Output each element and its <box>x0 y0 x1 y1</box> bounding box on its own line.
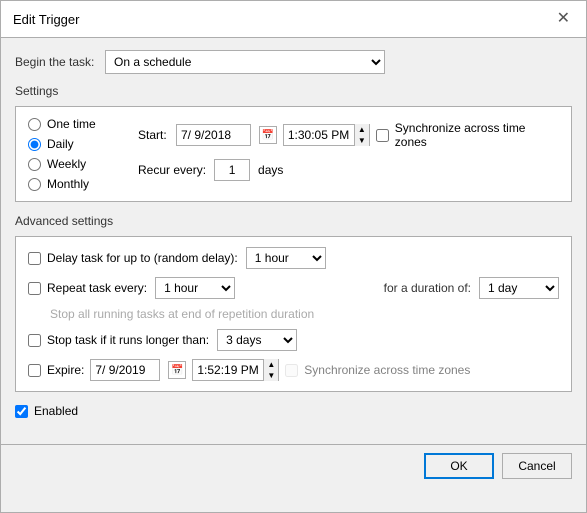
begin-task-dropdown[interactable]: On a schedule At log on At startup <box>105 50 385 74</box>
stop-running-label: Stop all running tasks at end of repetit… <box>50 307 314 321</box>
radio-weekly-input[interactable] <box>28 158 41 171</box>
expire-time-spinner-buttons: ▲ ▼ <box>263 359 278 381</box>
repeat-interval-dropdown[interactable]: 1 hour 30 minutes 1 day <box>155 277 235 299</box>
time-up-button[interactable]: ▲ <box>354 124 369 135</box>
start-time-input[interactable] <box>284 125 354 145</box>
start-date-input[interactable] <box>176 124 251 146</box>
sync-timezone-checkbox-label[interactable]: Synchronize across time zones <box>376 121 559 149</box>
recur-row: Recur every: days <box>138 159 559 181</box>
radio-monthly-label: Monthly <box>47 177 89 191</box>
advanced-box: Delay task for up to (random delay): 1 h… <box>15 236 572 392</box>
recur-value-input[interactable] <box>214 159 250 181</box>
sync-timezone-label: Synchronize across time zones <box>395 121 559 149</box>
repeat-task-label: Repeat task every: <box>47 281 147 295</box>
expire-checkbox-label[interactable]: Expire: <box>28 363 84 377</box>
enabled-checkbox-label[interactable]: Enabled <box>15 404 78 418</box>
begin-task-label: Begin the task: <box>15 55 105 69</box>
stop-longer-checkbox[interactable] <box>28 334 41 347</box>
edit-trigger-dialog: Edit Trigger ✕ Begin the task: On a sche… <box>0 0 587 513</box>
delay-duration-dropdown[interactable]: 1 hour 30 minutes 1 day <box>246 247 326 269</box>
stop-longer-label: Stop task if it runs longer than: <box>47 333 209 347</box>
expire-sync-timezone-label[interactable]: Synchronize across time zones <box>285 363 470 377</box>
calendar-icon[interactable]: 📅 <box>259 126 277 144</box>
enabled-row: Enabled <box>15 404 572 418</box>
expire-time-down-button[interactable]: ▼ <box>263 370 278 381</box>
time-spinner-buttons: ▲ ▼ <box>354 124 369 146</box>
radio-daily-input[interactable] <box>28 138 41 151</box>
radio-monthly[interactable]: Monthly <box>28 177 118 191</box>
stop-running-row: Stop all running tasks at end of repetit… <box>28 307 559 321</box>
stop-longer-row: Stop task if it runs longer than: 3 days… <box>28 329 559 351</box>
settings-section-label: Settings <box>15 84 572 98</box>
radio-daily[interactable]: Daily <box>28 137 118 151</box>
settings-box: One time Daily Weekly Monthly <box>15 106 572 202</box>
expire-calendar-icon[interactable]: 📅 <box>168 361 186 379</box>
repeat-task-checkbox[interactable] <box>28 282 41 295</box>
repeat-task-checkbox-label[interactable]: Repeat task every: <box>28 281 147 295</box>
radio-one-time-input[interactable] <box>28 118 41 131</box>
title-bar: Edit Trigger ✕ <box>1 1 586 38</box>
radio-weekly[interactable]: Weekly <box>28 157 118 171</box>
for-duration-label: for a duration of: <box>384 281 471 295</box>
stop-longer-dropdown[interactable]: 3 days 1 hour 1 day <box>217 329 297 351</box>
radio-one-time[interactable]: One time <box>28 117 118 131</box>
enabled-checkbox[interactable] <box>15 405 28 418</box>
days-label: days <box>258 163 283 177</box>
start-label: Start: <box>138 128 170 142</box>
sync-timezone-checkbox[interactable] <box>376 129 389 142</box>
expire-date-input[interactable] <box>90 359 160 381</box>
dialog-content: Begin the task: On a schedule At log on … <box>1 38 586 444</box>
start-row: Start: 📅 ▲ ▼ Synchronize acro <box>138 121 559 149</box>
settings-inner: One time Daily Weekly Monthly <box>28 117 559 191</box>
radio-monthly-input[interactable] <box>28 178 41 191</box>
radio-one-time-label: One time <box>47 117 96 131</box>
expire-checkbox[interactable] <box>28 364 41 377</box>
expire-time-input[interactable] <box>193 360 263 380</box>
schedule-type-radio-group: One time Daily Weekly Monthly <box>28 117 118 191</box>
dialog-title: Edit Trigger <box>13 12 79 27</box>
expire-time-up-button[interactable]: ▲ <box>263 359 278 370</box>
settings-right-panel: Start: 📅 ▲ ▼ Synchronize acro <box>138 117 559 181</box>
advanced-section-label: Advanced settings <box>15 214 572 228</box>
enabled-label: Enabled <box>34 404 78 418</box>
radio-weekly-label: Weekly <box>47 157 86 171</box>
button-row: OK Cancel <box>1 444 586 491</box>
recur-label: Recur every: <box>138 163 206 177</box>
expire-row: Expire: 📅 ▲ ▼ Synchronize across time zo… <box>28 359 559 381</box>
begin-task-row: Begin the task: On a schedule At log on … <box>15 50 572 74</box>
delay-task-checkbox[interactable] <box>28 252 41 265</box>
expire-time-spinner: ▲ ▼ <box>192 359 279 381</box>
expire-label: Expire: <box>47 363 84 377</box>
close-button[interactable]: ✕ <box>553 9 574 29</box>
expire-sync-timezone-checkbox <box>285 364 298 377</box>
stop-longer-checkbox-label[interactable]: Stop task if it runs longer than: <box>28 333 209 347</box>
for-duration-dropdown[interactable]: 1 day 1 hour Indefinitely <box>479 277 559 299</box>
start-time-spinner: ▲ ▼ <box>283 124 370 146</box>
delay-task-row: Delay task for up to (random delay): 1 h… <box>28 247 559 269</box>
cancel-button[interactable]: Cancel <box>502 453 572 479</box>
expire-sync-label: Synchronize across time zones <box>304 363 470 377</box>
ok-button[interactable]: OK <box>424 453 494 479</box>
time-down-button[interactable]: ▼ <box>354 135 369 146</box>
radio-daily-label: Daily <box>47 137 74 151</box>
delay-task-label: Delay task for up to (random delay): <box>47 251 238 265</box>
delay-task-checkbox-label[interactable]: Delay task for up to (random delay): <box>28 251 238 265</box>
repeat-task-row: Repeat task every: 1 hour 30 minutes 1 d… <box>28 277 559 299</box>
